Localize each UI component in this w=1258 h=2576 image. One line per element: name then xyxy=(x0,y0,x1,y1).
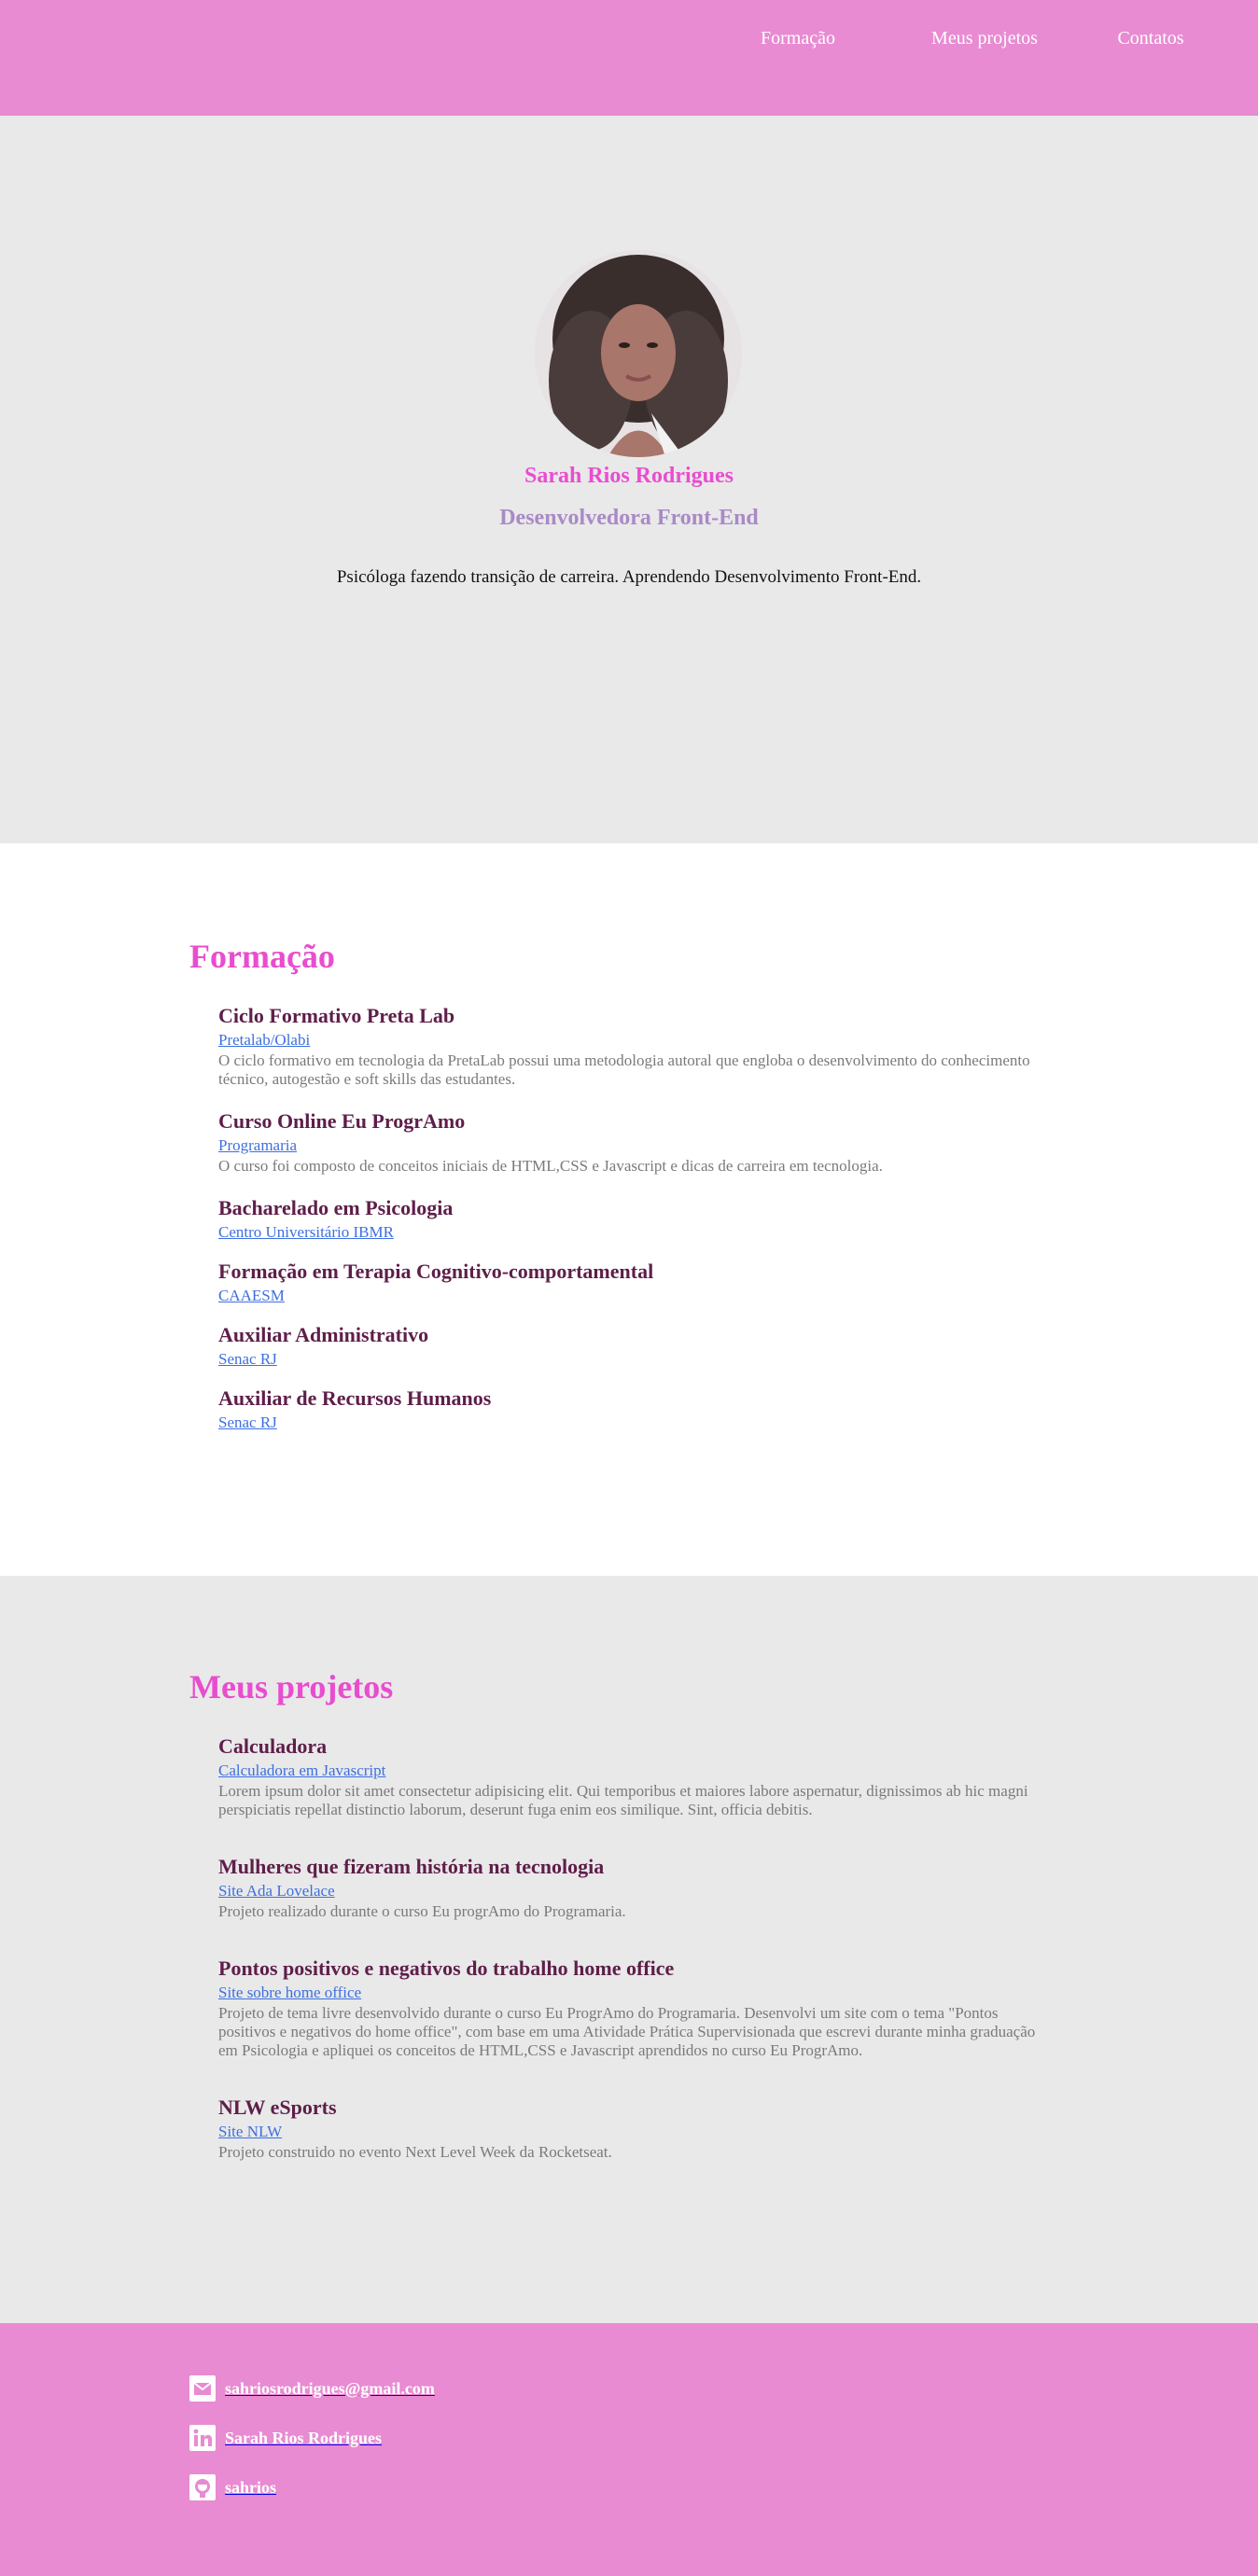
profile-photo xyxy=(535,250,742,457)
item-title: NLW eSports xyxy=(218,2096,337,2119)
list-item: NLW eSports Site NLW Projeto construido … xyxy=(218,2096,1040,2162)
item-title: Auxiliar Administrativo xyxy=(218,1323,429,1346)
list-item: Auxiliar Administrativo Senac RJ xyxy=(218,1323,1040,1369)
item-link[interactable]: Site sobre home office xyxy=(218,1984,1040,2002)
envelope-icon xyxy=(189,2375,216,2402)
contact-github-text: sahrios xyxy=(225,2477,277,2497)
list-item: Bacharelado em Psicologia Centro Univers… xyxy=(218,1196,1040,1242)
list-item: Auxiliar de Recursos Humanos Senac RJ xyxy=(218,1386,1040,1432)
item-link[interactable]: CAAESM xyxy=(218,1287,1040,1305)
item-link[interactable]: Senac RJ xyxy=(218,1413,1040,1432)
formacao-section: Formação Ciclo Formativo Preta Lab Preta… xyxy=(0,843,1258,1576)
profile-role: Desenvolvedora Front-End xyxy=(499,506,759,530)
profile-bio: Psicóloga fazendo transição de carreira.… xyxy=(336,567,922,587)
item-title: Pontos positivos e negativos do trabalho… xyxy=(218,1956,675,1980)
profile-name: Sarah Rios Rodrigues xyxy=(524,464,734,488)
list-item: Mulheres que fizeram história na tecnolo… xyxy=(218,1855,1040,1921)
item-title: Auxiliar de Recursos Humanos xyxy=(218,1386,492,1410)
item-description: Lorem ipsum dolor sit amet consectetur a… xyxy=(218,1782,1028,1818)
nav-link-formacao[interactable]: Formação xyxy=(742,28,854,49)
item-title: Curso Online Eu ProgrAmo xyxy=(218,1109,466,1133)
item-link[interactable]: Pretalab/Olabi xyxy=(218,1031,1040,1050)
contact-email-text: sahriosrodrigues@gmail.com xyxy=(225,2378,435,2398)
contact-linkedin[interactable]: Sarah Rios Rodrigues xyxy=(189,2425,382,2451)
list-item: Pontos positivos e negativos do trabalho… xyxy=(218,1956,1040,2060)
item-link[interactable]: Programaria xyxy=(218,1136,1040,1155)
item-title: Formação em Terapia Cognitivo-comportame… xyxy=(218,1260,654,1283)
nav-link-contatos[interactable]: Contatos xyxy=(1095,28,1207,49)
section-title-formacao: Formação xyxy=(189,938,335,975)
item-link[interactable]: Site Ada Lovelace xyxy=(218,1882,1040,1901)
item-title: Calculadora xyxy=(218,1734,328,1758)
contact-github[interactable]: sahrios xyxy=(189,2474,276,2500)
header-bar: Formação Meus projetos Contatos xyxy=(0,0,1258,116)
list-item: Calculadora Calculadora em Javascript Lo… xyxy=(218,1734,1040,1819)
hero-section: Sarah Rios Rodrigues Desenvolvedora Fron… xyxy=(0,116,1258,843)
contact-linkedin-text: Sarah Rios Rodrigues xyxy=(225,2428,383,2447)
item-link[interactable]: Calculadora em Javascript xyxy=(218,1761,1040,1780)
projetos-section: Meus projetos Calculadora Calculadora em… xyxy=(0,1576,1258,2323)
linkedin-icon xyxy=(189,2425,216,2451)
item-link[interactable]: Centro Universitário IBMR xyxy=(218,1223,1040,1242)
item-link[interactable]: Site NLW xyxy=(218,2123,1040,2141)
item-title: Ciclo Formativo Preta Lab xyxy=(218,1004,455,1027)
profile-photo-illustration xyxy=(535,250,742,457)
footer-contacts: sahriosrodrigues@gmail.com Sarah Rios Ro… xyxy=(0,2323,1258,2576)
list-item: Ciclo Formativo Preta Lab Pretalab/Olabi… xyxy=(218,1004,1040,1089)
item-description: O ciclo formativo em tecnologia da Preta… xyxy=(218,1051,1030,1088)
item-link[interactable]: Senac RJ xyxy=(218,1350,1040,1369)
contact-email[interactable]: sahriosrodrigues@gmail.com xyxy=(189,2375,435,2402)
item-description: O curso foi composto de conceitos inicia… xyxy=(218,1157,883,1175)
item-description: Projeto realizado durante o curso Eu pro… xyxy=(218,1902,626,1920)
nav-link-projetos[interactable]: Meus projetos xyxy=(905,28,1064,49)
github-icon xyxy=(189,2474,216,2500)
item-title: Mulheres que fizeram história na tecnolo… xyxy=(218,1855,605,1878)
item-description: Projeto construido no evento Next Level … xyxy=(218,2143,612,2161)
list-item: Curso Online Eu ProgrAmo Programaria O c… xyxy=(218,1109,1040,1176)
item-description: Projeto de tema livre desenvolvido duran… xyxy=(218,2004,1036,2059)
list-item: Formação em Terapia Cognitivo-comportame… xyxy=(218,1260,1040,1305)
section-title-projetos: Meus projetos xyxy=(189,1668,394,1706)
item-title: Bacharelado em Psicologia xyxy=(218,1196,454,1219)
